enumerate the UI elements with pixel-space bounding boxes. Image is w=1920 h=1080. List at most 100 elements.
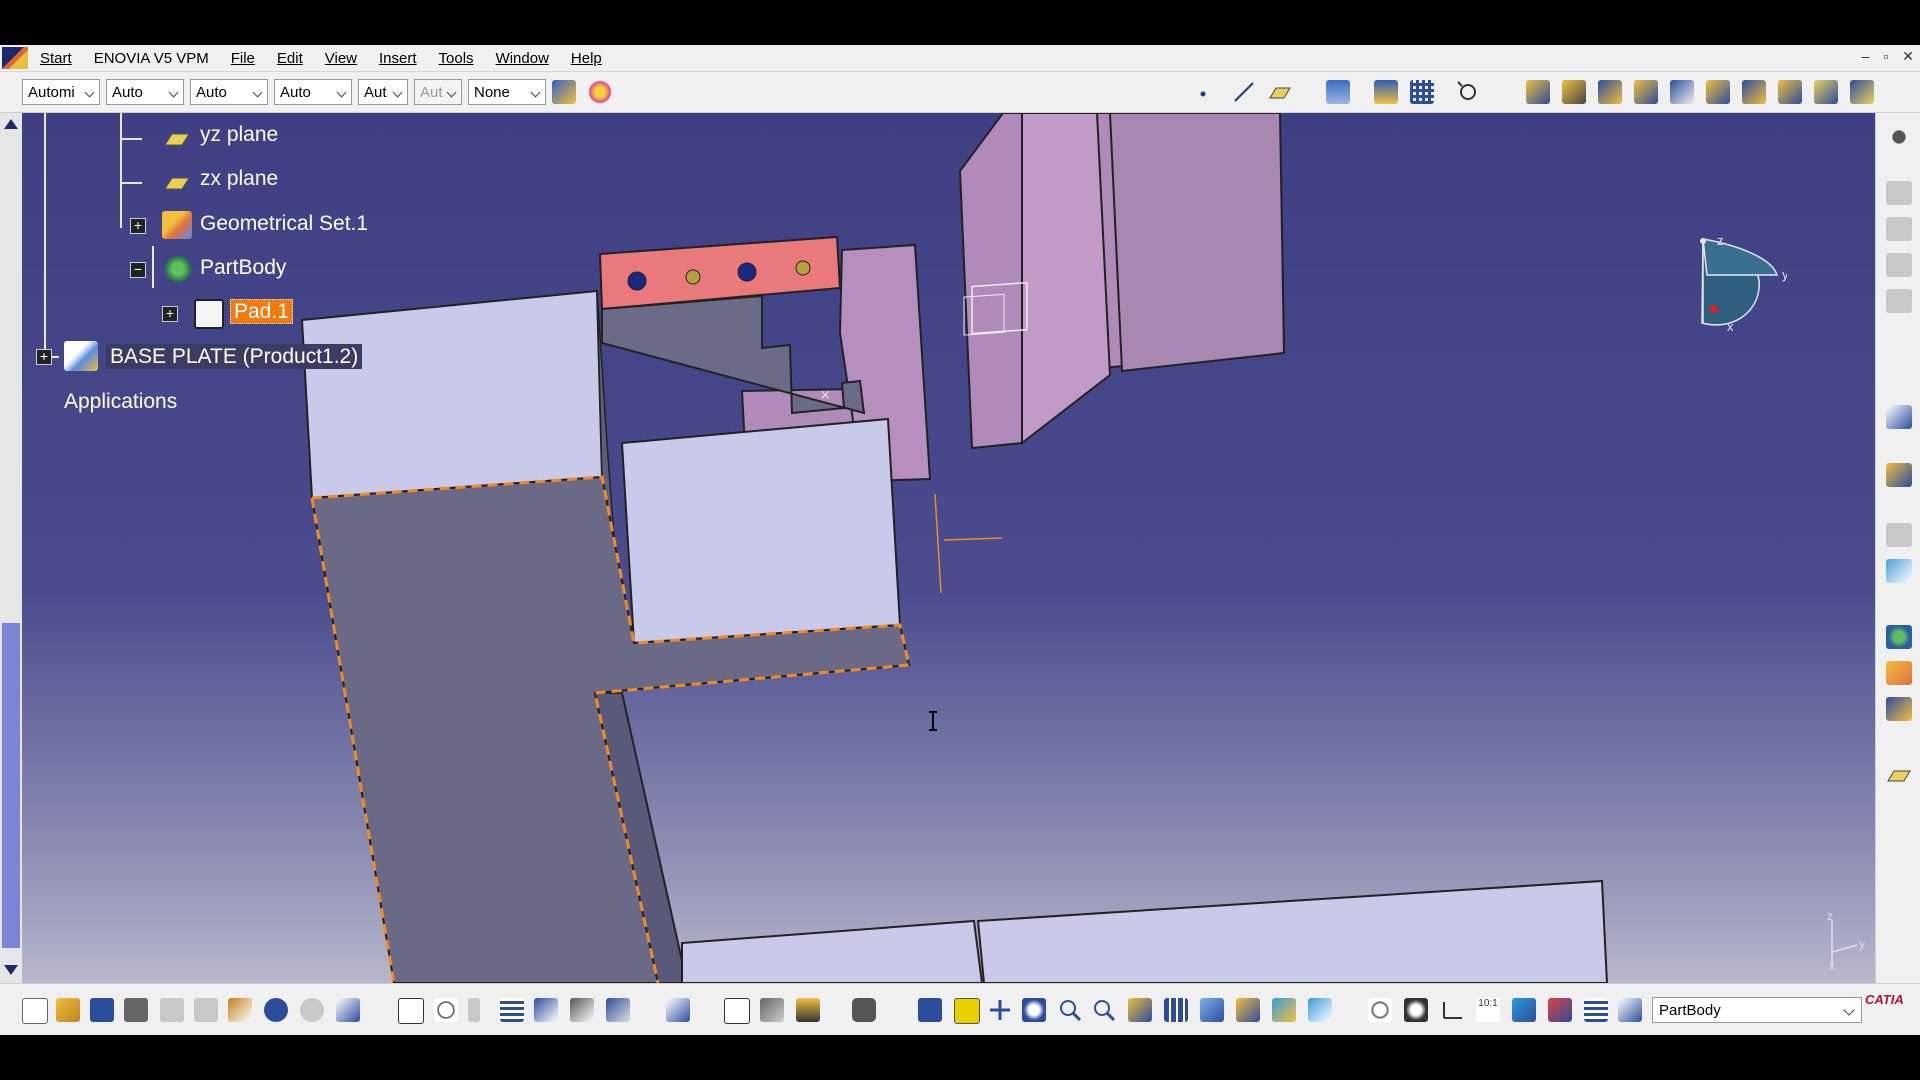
menu-view[interactable]: View — [317, 50, 371, 67]
scale-icon[interactable]: 10:1 — [1476, 998, 1500, 1022]
tree-item-pad[interactable]: Pad.1 — [230, 299, 293, 324]
rotate-icon[interactable] — [1022, 998, 1046, 1022]
slot-icon[interactable] — [1742, 80, 1766, 104]
sketch-analysis-icon[interactable] — [1374, 80, 1398, 104]
fit-all-icon[interactable] — [1456, 80, 1480, 104]
line-type-combo[interactable]: Auto — [274, 79, 352, 105]
tree-item-partbody[interactable]: PartBody — [200, 256, 286, 280]
pad-icon[interactable] — [1526, 80, 1550, 104]
chamfer-icon[interactable] — [1850, 80, 1874, 104]
tree-item-yz-plane[interactable]: yz plane — [200, 123, 278, 147]
update-icon[interactable] — [666, 998, 690, 1022]
rule-icon[interactable] — [606, 998, 630, 1022]
close-button[interactable]: ✕ — [1902, 48, 1914, 65]
measure-item-icon[interactable] — [760, 998, 784, 1022]
reference-icon[interactable] — [1548, 998, 1572, 1022]
collapse-icon[interactable]: − — [130, 262, 146, 278]
color-combo[interactable]: Automi — [22, 79, 100, 105]
scroll-thumb[interactable] — [2, 623, 20, 948]
expand-icon[interactable]: + — [130, 218, 146, 234]
redo-icon[interactable] — [300, 998, 324, 1022]
restore-button[interactable]: ▫ — [1883, 48, 1888, 65]
fit-all-in-icon[interactable] — [954, 998, 980, 1024]
point-icon[interactable] — [1198, 80, 1208, 104]
expand-icon[interactable]: + — [162, 306, 178, 322]
copy-icon[interactable] — [194, 998, 218, 1022]
menu-file[interactable]: File — [223, 50, 269, 67]
hole-icon[interactable] — [1670, 80, 1694, 104]
undo-icon[interactable] — [264, 998, 288, 1022]
properties-icon[interactable] — [588, 80, 612, 104]
whats-this-icon[interactable] — [336, 998, 360, 1022]
tools-palette-icon[interactable] — [1368, 998, 1392, 1022]
table-icon[interactable] — [1886, 523, 1912, 547]
sketch-tool-icon[interactable] — [1886, 181, 1912, 205]
shading-icon[interactable] — [1236, 998, 1260, 1022]
sketch-tool-icon[interactable] — [1886, 289, 1912, 313]
gear-icon[interactable] — [1886, 125, 1912, 149]
rib-icon[interactable] — [1706, 80, 1730, 104]
iso-view-icon[interactable] — [1200, 998, 1224, 1022]
open-icon[interactable] — [56, 998, 80, 1022]
line-thickness-combo[interactable]: Auto — [190, 79, 268, 105]
tree-scrollbar[interactable] — [0, 113, 22, 983]
current-body-combo[interactable]: PartBody — [1652, 997, 1862, 1023]
menu-tools[interactable]: Tools — [431, 50, 488, 67]
hide-show-icon[interactable] — [1272, 998, 1296, 1022]
3d-compass-icon[interactable] — [1404, 998, 1428, 1022]
fillet-icon[interactable] — [1814, 80, 1838, 104]
axis-system-icon[interactable] — [1440, 998, 1464, 1022]
menu-edit[interactable]: Edit — [269, 50, 317, 67]
rendering-combo[interactable]: Aut — [414, 79, 462, 105]
pocket-icon[interactable] — [1562, 80, 1586, 104]
ordered-set-icon[interactable] — [1886, 697, 1912, 721]
scroll-down-icon[interactable] — [4, 965, 18, 975]
sketch-tool-icon[interactable] — [1886, 253, 1912, 277]
grid-icon[interactable] — [1410, 80, 1434, 104]
analysis-icon[interactable] — [1886, 559, 1912, 583]
measure-icon[interactable] — [724, 998, 750, 1024]
painter-icon[interactable] — [552, 80, 576, 104]
geometrical-set-icon[interactable] — [1886, 661, 1912, 685]
fly-mode-icon[interactable] — [918, 998, 942, 1022]
tree-item-zx-plane[interactable]: zx plane — [200, 167, 278, 191]
multi-section-icon[interactable] — [1778, 80, 1802, 104]
menu-window[interactable]: Window — [488, 50, 563, 67]
scroll-up-icon[interactable] — [4, 119, 18, 129]
paste-icon[interactable] — [228, 998, 252, 1022]
transparency-combo[interactable]: Auto — [106, 79, 184, 105]
menu-insert[interactable]: Insert — [371, 50, 431, 67]
tree-item-geometrical-set[interactable]: Geometrical Set.1 — [200, 212, 368, 236]
compass[interactable]: z y x — [1677, 233, 1787, 353]
formula-icon[interactable] — [398, 998, 424, 1024]
new-icon[interactable] — [22, 998, 48, 1024]
plane-icon[interactable] — [1268, 80, 1292, 104]
constraint-icon[interactable] — [1326, 80, 1350, 104]
list-icon[interactable] — [1584, 998, 1608, 1022]
zoom-out-icon[interactable] — [1092, 998, 1116, 1022]
macro-icon[interactable] — [468, 998, 480, 1022]
print-icon[interactable] — [124, 998, 148, 1022]
point-type-combo[interactable]: Aut — [358, 79, 408, 105]
menu-help[interactable]: Help — [563, 50, 616, 67]
knowledge-icon[interactable] — [434, 998, 458, 1022]
3d-viewport[interactable]: × yz plane zx plane + Geometrical Set.1 … — [22, 113, 1875, 983]
body-icon[interactable] — [1886, 625, 1912, 649]
menu-enovia[interactable]: ENOVIA V5 VPM — [86, 50, 223, 67]
design-table-icon[interactable] — [500, 998, 524, 1022]
minimize-button[interactable]: – — [1862, 48, 1870, 65]
zoom-in-icon[interactable] — [1058, 998, 1082, 1022]
line-icon[interactable] — [1232, 80, 1256, 104]
swap-visible-icon[interactable] — [1308, 998, 1332, 1022]
pan-icon[interactable] — [988, 998, 1012, 1022]
shaft-icon[interactable] — [1598, 80, 1622, 104]
multi-view-icon[interactable] — [1164, 998, 1188, 1022]
cut-icon[interactable] — [160, 998, 184, 1022]
catalog-icon[interactable] — [534, 998, 558, 1022]
tree-item-applications[interactable]: Applications — [64, 390, 177, 414]
sketcher-icon[interactable] — [1886, 405, 1912, 429]
3d-view-icon[interactable] — [1512, 998, 1536, 1022]
sketch-tool-icon[interactable] — [1886, 217, 1912, 241]
layer-combo[interactable]: None — [468, 79, 546, 105]
surface-icon[interactable] — [1886, 463, 1912, 487]
